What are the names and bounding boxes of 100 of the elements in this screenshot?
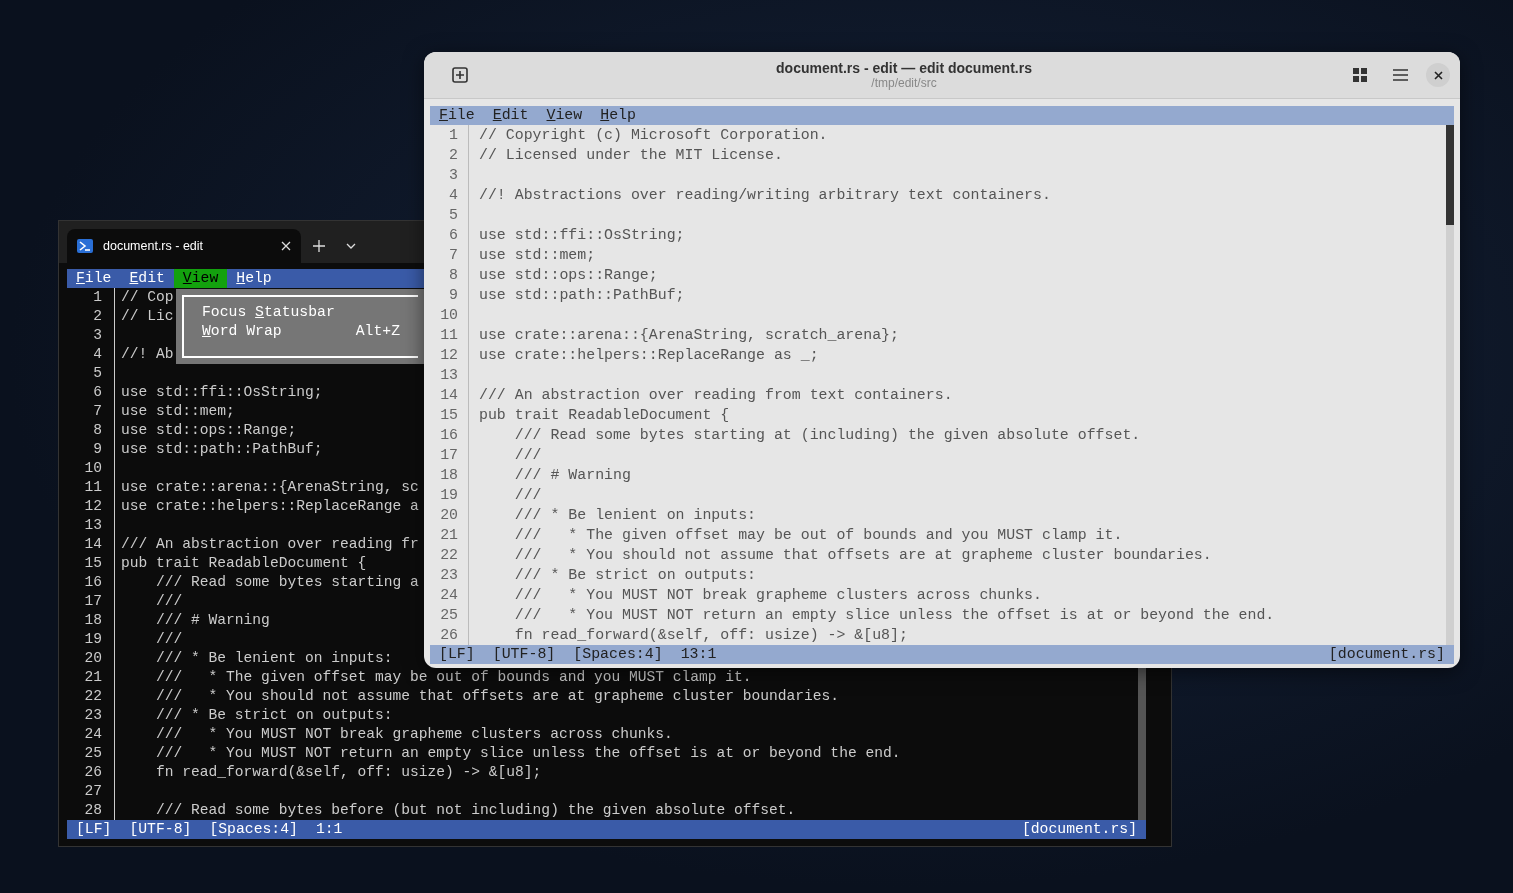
code-line: /// # Warning [513, 466, 631, 485]
line-number: 22 [439, 546, 458, 565]
window-subtitle: /tmp/edit/src [871, 76, 937, 90]
new-tab-icon[interactable] [452, 67, 468, 83]
line-number: 3 [92, 326, 102, 345]
close-button[interactable] [1426, 63, 1450, 87]
code-line: //! Abstractions over reading/writing arbitrary text containers. [479, 186, 1051, 205]
line-number: 25 [83, 744, 102, 763]
code-line: /// Read some bytes before (but not including) the given absolute offset. [155, 801, 796, 820]
file-name[interactable]: [document.rs] [1021, 820, 1137, 839]
line-number: 2 [448, 146, 458, 165]
status-item[interactable]: [UTF-8] [492, 645, 556, 664]
line-number: 14 [439, 386, 458, 405]
status-item[interactable]: [UTF-8] [129, 820, 192, 839]
line-number: 11 [439, 326, 458, 345]
code-line: /// * Be strict on outputs: [155, 706, 393, 725]
code-line: /// [155, 630, 183, 649]
code-line: // Copyright (c) Microsoft Corporation. [479, 126, 828, 145]
close-icon [1433, 70, 1443, 80]
line-number: 18 [439, 466, 458, 485]
code-line: /// * You MUST NOT break grapheme clusters across chunks. [155, 725, 673, 744]
grid-icon[interactable] [1353, 68, 1367, 82]
line-number: 19 [439, 486, 458, 505]
code-line: pub trait ReadableDocument { [479, 406, 730, 425]
line-number: 9 [448, 286, 458, 305]
terminal-tab[interactable]: document.rs - edit [67, 229, 301, 263]
line-number: 21 [439, 526, 458, 545]
status-item[interactable]: [Spaces:4] [209, 820, 298, 839]
line-number: 1 [448, 126, 458, 145]
scrollbar-thumb[interactable] [1446, 125, 1454, 225]
code-line: /// An abstraction over reading from text containers. [479, 386, 953, 405]
menu-item[interactable]: Help [227, 269, 281, 288]
line-number: 1 [92, 288, 102, 307]
code-line: fn read_forward(&self, off: usize) -> &[u8]; [513, 626, 908, 645]
code-line: use crate::helpers::ReplaceRange as _; [479, 346, 819, 365]
status-item[interactable]: [Spaces:4] [573, 645, 663, 664]
line-number: 24 [439, 586, 458, 605]
code-line: pub trait ReadableDocument { [121, 554, 367, 573]
code-line: use std::path::PathBuf; [479, 286, 685, 305]
line-number: 13 [439, 366, 458, 385]
line-number: 12 [439, 346, 458, 365]
menu-item[interactable]: Edit [483, 106, 538, 125]
status-item[interactable]: [LF] [76, 820, 112, 839]
shortcut-label: Alt+Z [355, 322, 400, 341]
menu-item[interactable]: Word Wrap [202, 322, 282, 341]
line-number: 4 [448, 186, 458, 205]
menu-item[interactable]: File [430, 106, 484, 125]
line-number: 16 [439, 426, 458, 445]
file-name[interactable]: [document.rs] [1328, 645, 1445, 664]
line-number: 14 [83, 535, 102, 554]
menu-item[interactable]: Help [591, 106, 645, 125]
code-line: /// * You should not assume that offsets are at grapheme cluster boundaries. [513, 546, 1212, 565]
code-line: /// * You should not assume that offsets are at grapheme cluster boundaries. [155, 687, 840, 706]
scrollbar[interactable] [1138, 668, 1146, 820]
code-line: use std::ops::Range; [479, 266, 658, 285]
line-number: 23 [83, 706, 102, 725]
line-number: 13 [83, 516, 102, 535]
line-number: 19 [83, 630, 102, 649]
code-line: /// * Be lenient on inputs: [513, 506, 756, 525]
status-item[interactable]: 1:1 [315, 820, 343, 839]
line-number: 25 [439, 606, 458, 625]
code-line: fn read_forward(&self, off: usize) -> &[u8]; [155, 763, 542, 782]
menu-item[interactable]: View [173, 269, 228, 288]
plus-icon[interactable] [313, 240, 325, 252]
menu-icon[interactable] [1392, 69, 1408, 81]
close-icon[interactable] [281, 241, 291, 251]
code-line: /// [155, 592, 183, 611]
code-line: /// * Be lenient on inputs: [155, 649, 393, 668]
window-title: document.rs - edit — edit document.rs [776, 60, 1032, 76]
status-item[interactable]: [LF] [439, 645, 475, 664]
code-line: /// * You MUST NOT return an empty slice unless the offset is at or beyond the end. [155, 744, 901, 763]
menu-item[interactable]: Focus Statusbar [202, 303, 335, 322]
line-number: 8 [448, 266, 458, 285]
line-number: 11 [83, 478, 102, 497]
line-number: 9 [92, 440, 102, 459]
code-line: // Cop [121, 288, 174, 307]
line-number: 7 [448, 246, 458, 265]
menu-item[interactable]: View [537, 106, 592, 125]
code-line: /// * The given offset may be out of bounds and you MUST clamp it. [513, 526, 1123, 545]
chevron-down-icon[interactable] [346, 243, 356, 249]
code-line: use std::path::PathBuf; [121, 440, 323, 459]
line-number: 17 [83, 592, 102, 611]
line-number: 3 [448, 166, 458, 185]
code-line: /// Read some bytes starting at (including) the given absolute offset. [513, 426, 1141, 445]
code-line: /// * Be strict on outputs: [513, 566, 756, 585]
scrollbar[interactable] [1446, 125, 1454, 645]
line-number: 24 [83, 725, 102, 744]
menu-item[interactable]: File [67, 269, 121, 288]
menu-item[interactable]: Edit [120, 269, 174, 288]
status-item[interactable]: 13:1 [680, 645, 717, 664]
code-line: use std::ops::Range; [121, 421, 297, 440]
line-number: 21 [83, 668, 102, 687]
terminal-prompt-icon [77, 239, 93, 253]
line-number: 18 [83, 611, 102, 630]
line-number: 27 [83, 782, 102, 801]
code-line: use crate::arena::{ArenaString, scratch_arena}; [479, 326, 899, 345]
code-line: // Lic [121, 307, 174, 326]
line-number: 20 [83, 649, 102, 668]
line-number: 6 [448, 226, 458, 245]
line-number: 5 [448, 206, 458, 225]
